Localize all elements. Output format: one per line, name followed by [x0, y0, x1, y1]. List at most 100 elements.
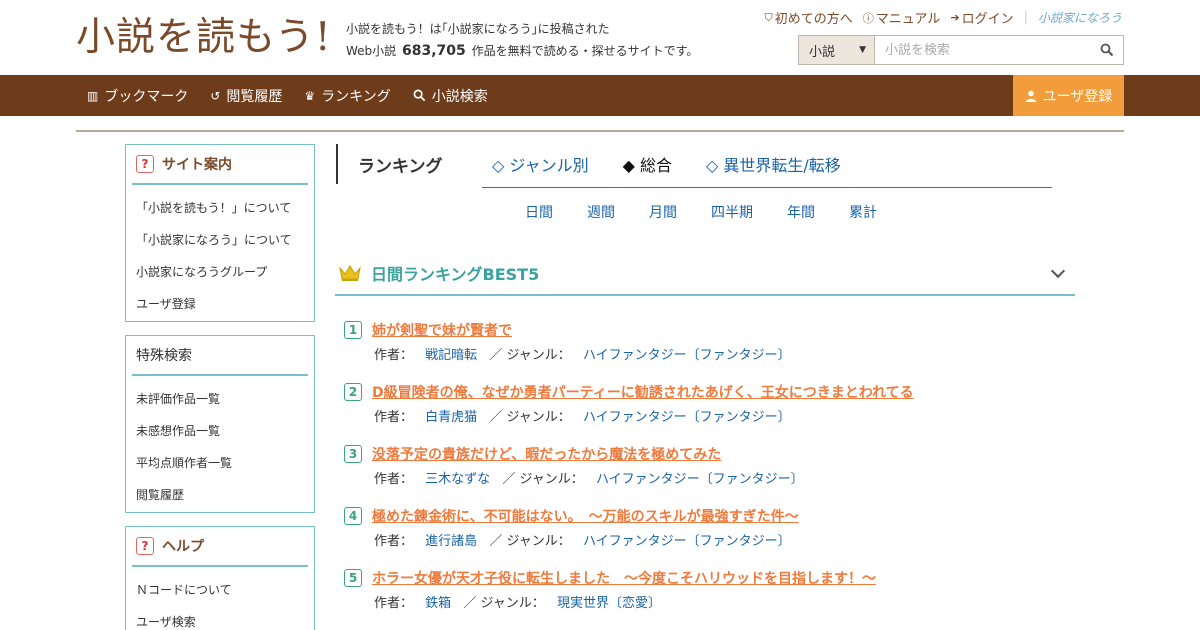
daily-best-header[interactable]: 日間ランキングBEST5 — [335, 252, 1075, 296]
search-type-value: 小説 — [809, 44, 836, 60]
special-search-list: 未評価作品一覧 未感想作品一覧 平均点順作者一覧 閲覧履歴 — [126, 376, 314, 512]
search-input[interactable] — [875, 36, 1091, 64]
site-header: 小説を読もう! 小説を読もう！は｢小説家になろう｣に投稿された Web小説 68… — [0, 0, 1200, 75]
search-icon — [1100, 43, 1114, 57]
site-guide-title: サイト案内 — [162, 157, 232, 173]
nav-search[interactable]: 小説検索 — [413, 86, 488, 106]
help-circle-icon: ⓘ — [862, 11, 874, 25]
site-logo[interactable]: 小説を読もう! — [76, 12, 332, 64]
nav-search-label: 小説検索 — [431, 88, 488, 105]
history-icon: ↺ — [210, 88, 221, 103]
novel-title-link[interactable]: 没落予定の貴族だけど、暇だったから魔法を極めてみた — [372, 444, 721, 464]
novel-title-link[interactable]: ホラー女優が天才子役に転生しました ～今度こそハリウッドを目指します！～ — [372, 568, 876, 588]
main-nav: ▥ ブックマーク ↺ 閲覧履歴 ♛ ランキング 小説検索 ユーザ登録 — [0, 75, 1200, 116]
sidebar-item-history[interactable]: 閲覧履歴 — [136, 478, 314, 510]
sidebar-item-unrated[interactable]: 未評価作品一覧 — [136, 382, 314, 414]
nav-bookmark-label: ブックマーク — [104, 88, 189, 105]
link-login[interactable]: ➔ ログイン — [950, 8, 1013, 27]
sidebar-item-user-search[interactable]: ユーザ検索 — [136, 605, 314, 630]
crown-icon — [339, 265, 361, 281]
genre-link[interactable]: ハイファンタジー〔ファンタジー〕 — [583, 534, 791, 549]
period-monthly[interactable]: 月間 — [649, 202, 677, 222]
top-links: ⛉ 初めての方へ ⓘ マニュアル ➔ ログイン | 小説家になろう — [764, 8, 1122, 27]
genre-label: ／ ジャンル： — [489, 410, 571, 425]
entry-meta: 作者： 白青虎猫 ／ ジャンル： ハイファンタジー〔ファンタジー〕 — [374, 406, 791, 425]
novel-title-link[interactable]: 極めた錬金術に、不可能はない。 ～万能のスキルが最強すぎた件～ — [372, 506, 799, 526]
genre-label: ／ ジャンル： — [489, 534, 571, 549]
special-search-header: 特殊検索 — [132, 336, 308, 376]
link-beginners-label: 初めての方へ — [774, 12, 853, 27]
link-beginners[interactable]: ⛉ 初めての方へ — [764, 8, 853, 28]
link-manual[interactable]: ⓘ マニュアル — [862, 8, 941, 28]
tagline-suffix: 作品を無料で読める・探せるサイトです。 — [471, 44, 699, 58]
genre-label: ／ ジャンル： — [502, 472, 584, 487]
search-icon — [413, 89, 426, 102]
link-manual-label: マニュアル — [875, 12, 941, 27]
chevron-down-icon[interactable] — [1050, 263, 1066, 279]
sidebar-item-ncode[interactable]: Ｎコードについて — [136, 573, 314, 605]
genre-label: ／ ジャンル： — [489, 348, 571, 363]
guide-icon: ⛉ — [764, 10, 773, 24]
narou-brand-link[interactable]: 小説家になろう — [1038, 9, 1122, 26]
nav-ranking[interactable]: ♛ ランキング — [304, 86, 390, 106]
sidebar-help: ? ヘルプ Ｎコードについて ユーザ検索 — [125, 526, 315, 630]
author-label: 作者： — [374, 472, 414, 487]
tagline-line1: 小説を読もう！は｢小説家になろう｣に投稿された — [346, 22, 610, 36]
site-guide-list: 「小説を読もう！」について 「小説家になろう」について 小説家になろうグループ … — [126, 185, 314, 321]
sidebar-item-about-narou[interactable]: 「小説家になろう」について — [136, 223, 314, 255]
author-link[interactable]: 戦記暗転 — [425, 348, 477, 363]
nav-history-label: 閲覧履歴 — [226, 88, 283, 105]
period-quarterly[interactable]: 四半期 — [711, 202, 753, 222]
period-yearly[interactable]: 年間 — [787, 202, 815, 222]
bookmark-icon: ▥ — [87, 88, 99, 103]
content-area: ? サイト案内 「小説を読もう！」について 「小説家になろう」について 小説家に… — [76, 130, 1124, 630]
author-label: 作者： — [374, 348, 414, 363]
genre-link[interactable]: ハイファンタジー〔ファンタジー〕 — [583, 410, 791, 425]
site-tagline: 小説を読もう！は｢小説家になろう｣に投稿された Web小説 683,705 作品… — [346, 18, 698, 62]
tab-isekai[interactable]: ◇ 異世界転生/転移 — [706, 152, 841, 176]
nav-history[interactable]: ↺ 閲覧履歴 — [210, 86, 282, 106]
register-button[interactable]: ユーザ登録 — [1013, 75, 1124, 116]
author-label: 作者： — [374, 596, 414, 611]
genre-link[interactable]: ハイファンタジー〔ファンタジー〕 — [596, 472, 804, 487]
link-login-label: ログイン — [961, 12, 1014, 27]
entry-meta: 作者： 進行諸島 ／ ジャンル： ハイファンタジー〔ファンタジー〕 — [374, 530, 791, 549]
search-type-select[interactable]: 小説 ▼ — [799, 36, 875, 64]
novel-title-link[interactable]: 姉が剣聖で妹が賢者で — [372, 320, 512, 340]
tab-overall[interactable]: ◆ 総合 — [623, 152, 672, 176]
sidebar-site-guide: ? サイト案内 「小説を読もう！」について 「小説家になろう」について 小説家に… — [125, 144, 315, 322]
tabs-divider — [482, 187, 1052, 188]
sidebar-item-register[interactable]: ユーザ登録 — [136, 287, 314, 319]
rank-number: 5 — [344, 569, 362, 587]
user-icon — [1025, 90, 1036, 102]
crown-icon: ♛ — [304, 88, 316, 103]
author-link[interactable]: 白青虎猫 — [425, 410, 477, 425]
novel-title-link[interactable]: D級冒険者の俺、なぜか勇者パーティーに勧誘されたあげく、王女につきまとわれてる — [372, 382, 914, 402]
period-daily[interactable]: 日間 — [525, 202, 553, 222]
nav-bookmark[interactable]: ▥ ブックマーク — [87, 86, 188, 106]
search-button[interactable] — [1091, 36, 1123, 64]
period-links: 日間 週間 月間 四半期 年間 累計 — [525, 202, 877, 222]
sidebar-item-no-reviews[interactable]: 未感想作品一覧 — [136, 414, 314, 446]
site-guide-header: ? サイト案内 — [132, 145, 308, 185]
daily-best-title: 日間ランキングBEST5 — [371, 265, 540, 284]
rank-number: 4 — [344, 507, 362, 525]
genre-link[interactable]: ハイファンタジー〔ファンタジー〕 — [583, 348, 791, 363]
login-icon: ➔ — [950, 11, 960, 24]
genre-link[interactable]: 現実世界〔恋愛〕 — [557, 596, 661, 611]
author-link[interactable]: 三木なずな — [425, 472, 490, 487]
tab-genre[interactable]: ◇ ジャンル別 — [492, 152, 589, 176]
period-weekly[interactable]: 週間 — [587, 202, 615, 222]
entry-meta: 作者： 鉄箱 ／ ジャンル： 現実世界〔恋愛〕 — [374, 592, 661, 611]
novel-count: 683,705 — [402, 43, 466, 59]
caret-down-icon: ▼ — [859, 45, 866, 55]
help-list: Ｎコードについて ユーザ検索 — [126, 567, 314, 630]
sidebar-item-about-yomou[interactable]: 「小説を読もう！」について — [136, 191, 314, 223]
sidebar-item-narou-group[interactable]: 小説家になろうグループ — [136, 255, 314, 287]
sidebar-item-author-avg[interactable]: 平均点順作者一覧 — [136, 446, 314, 478]
author-label: 作者： — [374, 410, 414, 425]
period-total[interactable]: 累計 — [849, 202, 877, 222]
author-link[interactable]: 進行諸島 — [425, 534, 477, 549]
author-link[interactable]: 鉄箱 — [425, 596, 451, 611]
sidebar-special-search: 特殊検索 未評価作品一覧 未感想作品一覧 平均点順作者一覧 閲覧履歴 — [125, 335, 315, 513]
